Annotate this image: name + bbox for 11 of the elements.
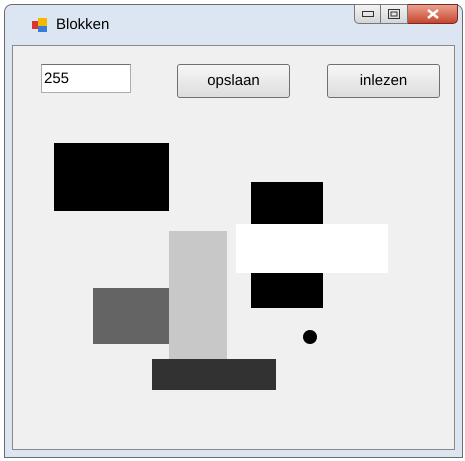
close-icon: [426, 9, 438, 19]
value-field[interactable]: 255: [41, 64, 131, 93]
window-title: Blokken: [56, 14, 110, 35]
load-button[interactable]: inlezen: [327, 64, 440, 98]
maximize-icon: [388, 9, 400, 19]
maximize-button[interactable]: [381, 4, 408, 24]
minimize-button[interactable]: [354, 4, 381, 24]
minimize-icon: [362, 11, 374, 17]
save-button[interactable]: opslaan: [177, 64, 290, 98]
app-icon: [32, 17, 48, 33]
close-button[interactable]: [408, 4, 458, 24]
